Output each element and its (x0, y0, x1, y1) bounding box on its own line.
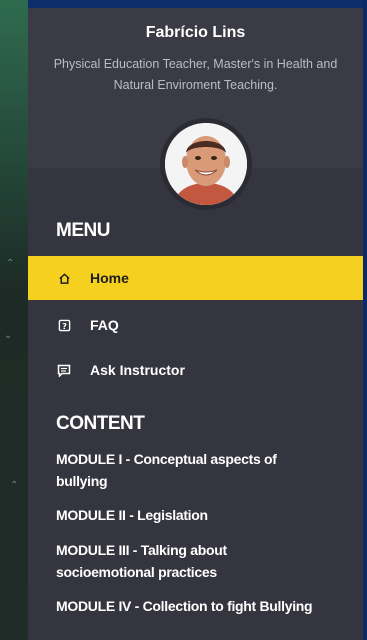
instructor-title-line-1: Physical Education Teacher, Master's in … (53, 57, 338, 71)
background-glyph: ⌃ (10, 480, 19, 491)
module-title-line: MODULE I - Conceptual aspects of (56, 451, 277, 467)
background-page-strip: ⌃ ⌄ ⌃ (0, 0, 28, 640)
module-link-3[interactable]: MODULE III - Talking about socioemotiona… (56, 539, 356, 583)
module-link-2[interactable]: MODULE II - Legislation (56, 504, 356, 526)
home-icon (56, 270, 72, 286)
module-title-line: MODULE IV - Collection to fight Bullying (56, 598, 313, 614)
window-edge (363, 0, 367, 640)
navigation-drawer: Fabrício Lins Physical Education Teacher… (28, 0, 363, 640)
background-glyph: ⌄ (4, 330, 13, 341)
nav-item-label: FAQ (90, 317, 119, 333)
question-icon: ? (56, 317, 72, 333)
nav-item-home[interactable]: Home (28, 256, 363, 300)
menu-heading: MENU (56, 220, 110, 241)
nav-item-faq[interactable]: ? FAQ (28, 303, 363, 347)
nav-item-ask-instructor[interactable]: Ask Instructor (28, 348, 363, 392)
avatar-frame (160, 118, 252, 210)
content-heading: CONTENT (56, 413, 145, 434)
avatar-portrait-icon (165, 123, 247, 205)
instructor-title: Physical Education Teacher, Master's in … (28, 54, 363, 96)
nav-item-label: Ask Instructor (90, 362, 185, 378)
chat-icon (56, 362, 72, 378)
module-title-line: MODULE III - Talking about (56, 542, 227, 558)
avatar (165, 123, 247, 205)
module-title-line: MODULE II - Legislation (56, 507, 208, 523)
background-glyph: ⌃ (6, 258, 15, 269)
instructor-title-line-2: Natural Enviroment Teaching. (113, 78, 278, 92)
module-title-line: bullying (56, 473, 108, 489)
svg-text:?: ? (62, 320, 67, 330)
nav-item-label: Home (90, 270, 129, 286)
instructor-name: Fabrício Lins (145, 24, 246, 41)
module-link-4[interactable]: MODULE IV - Collection to fight Bullying (56, 595, 356, 617)
module-link-1[interactable]: MODULE I - Conceptual aspects of bullyin… (56, 448, 356, 492)
module-title-line: socioemotional practices (56, 564, 217, 580)
